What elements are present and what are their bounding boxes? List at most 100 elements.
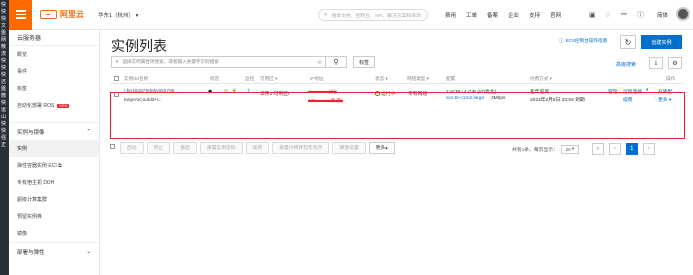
- config-spec: 2 vCPU 4 GiB (I/O优化): [446, 90, 497, 95]
- manage-link[interactable]: 管理: [608, 88, 618, 95]
- create-instance-button[interactable]: 创建实例: [641, 35, 682, 49]
- more-actions-link[interactable]: 更多 ▾: [658, 96, 671, 103]
- chevron-up-icon: ⌃: [86, 128, 91, 135]
- download-icon: ⤓: [654, 59, 658, 66]
- settings-button[interactable]: ⚙: [668, 57, 682, 69]
- search-placeholder: 搜索文档、控制台、API、解决方案和资源: [331, 13, 421, 19]
- ip-public: •••.••.•••.••(公): [308, 90, 337, 95]
- select-all-checkbox[interactable]: [110, 144, 115, 151]
- first-page-button[interactable]: «: [591, 143, 604, 155]
- renew-button[interactable]: 续费: [245, 141, 270, 154]
- sidebar-item-tags[interactable]: 标签: [9, 80, 99, 97]
- prev-page-button[interactable]: ‹: [608, 143, 621, 155]
- start-button[interactable]: 启动: [120, 141, 144, 154]
- nav-icp[interactable]: 备案: [487, 11, 498, 19]
- nav-enterprise[interactable]: 企业: [508, 11, 519, 19]
- language-switch[interactable]: 简体: [657, 11, 668, 19]
- reset-password-button[interactable]: 重置实例密码: [199, 141, 243, 154]
- chart-icon[interactable]: ❦: [232, 89, 236, 94]
- chevron-down-icon: ⌄: [86, 248, 91, 255]
- ops-guide-link[interactable]: ⓘ ECS控制台操作指南: [559, 38, 607, 44]
- sidebar-item-reserved[interactable]: 预留实例券: [9, 208, 99, 225]
- next-page-button[interactable]: ›: [642, 143, 655, 155]
- sidebar-item-scc[interactable]: 超级计算集群: [9, 191, 99, 208]
- nav-website[interactable]: 官网: [550, 11, 561, 19]
- filter-placeholder: 选择实例属性项搜索，或者输入关键字识别搜索: [122, 59, 219, 64]
- search-button[interactable]: ⚲: [326, 56, 347, 68]
- cloud-monitor-icon[interactable]: ☥: [247, 89, 251, 94]
- sidebar-item-overview[interactable]: 概览: [9, 46, 99, 63]
- header-checkbox[interactable]: [114, 76, 119, 82]
- cart-icon[interactable]: ⌤: [620, 11, 628, 19]
- release-settings-button[interactable]: 释放设置: [332, 141, 366, 154]
- stop-button[interactable]: 停止: [146, 141, 171, 154]
- region-selector[interactable]: 华东1（杭州） ▾: [98, 11, 138, 19]
- monitor-icon[interactable]: ◎: [224, 89, 228, 94]
- network-type: 专有网络: [408, 92, 428, 97]
- row-checkbox[interactable]: [114, 92, 119, 99]
- expire-time: 2023年2月5日 23:59 到期: [530, 98, 585, 103]
- refresh-button[interactable]: ↻: [620, 35, 636, 49]
- divider: |: [619, 88, 621, 93]
- page-size-select[interactable]: 20 ▾: [560, 144, 579, 154]
- clear-icon[interactable]: ⊗: [317, 59, 322, 66]
- col-config: 配置: [446, 76, 456, 81]
- running-icon: [375, 91, 380, 97]
- top-icons: ▣ ♢ ⌤ ⓘ: [589, 0, 644, 30]
- sidebar-item-eci[interactable]: 弹性容器实例 ECI ⧉: [9, 157, 99, 174]
- chevron-down-icon[interactable]: ▾: [646, 88, 648, 93]
- global-search[interactable]: ⚲ 搜索文档、控制台、API、解决方案和资源: [318, 9, 428, 21]
- sidebar: 云服务器 概览 事件 标签 自动化部署 ROS NEW 实例与镜像 ⌃ 实例 弹性容…: [9, 30, 100, 275]
- top-bar: 阿里云 华东1（杭州） ▾ ⚲ 搜索文档、控制台、API、解决方案和资源 费用 …: [9, 0, 693, 30]
- search-icon: ⚲: [333, 59, 339, 66]
- sidebar-item-instances[interactable]: 实例: [9, 140, 99, 157]
- sidebar-item-ros-label: 自动化部署 ROS: [17, 103, 55, 109]
- sidebar-item-images[interactable]: 镜像: [9, 225, 99, 242]
- gear-icon: ⚙: [672, 60, 678, 67]
- terminal-icon[interactable]: ▣: [589, 11, 596, 19]
- sidebar-group-deploy[interactable]: 部署与弹性 ⌄: [9, 242, 99, 260]
- col-status[interactable]: 状态 ▾: [375, 76, 388, 82]
- col-network[interactable]: 网络类型 ▾: [407, 76, 429, 82]
- page-title: 实例列表: [111, 38, 167, 54]
- instance-search-input[interactable]: ▾ 选择实例属性项搜索，或者输入关键字识别搜索 ⊗: [111, 56, 326, 68]
- more-button[interactable]: 更多▴: [368, 141, 395, 154]
- config-type[interactable]: ecs.t5-c1m2.large: [446, 96, 484, 101]
- restart-button[interactable]: 重启: [173, 141, 197, 154]
- pagination: 共有1条，每页显示： 20 ▾ « ‹ 1 ›: [512, 143, 655, 155]
- remote-connect-link[interactable]: 远程连接: [623, 88, 642, 95]
- sidebar-item-ros[interactable]: 自动化部署 ROS NEW: [9, 97, 99, 114]
- bell-icon[interactable]: ♢: [605, 11, 611, 19]
- col-billing[interactable]: 付费方式 ▾: [530, 76, 552, 82]
- tag-icon[interactable]: ⬟: [208, 90, 212, 95]
- filter-bar: ▾ 选择实例属性项搜索，或者输入关键字识别搜索 ⊗ ⚲ 标签: [111, 56, 375, 68]
- col-ip: IP地址: [310, 76, 324, 81]
- aliyun-logo-icon: [40, 10, 57, 19]
- upgrade-link[interactable]: 升降配: [658, 88, 672, 95]
- sidebar-group-instances[interactable]: 实例与镜像 ⌃: [9, 122, 99, 140]
- table-row: i-bp183a79rbtbv0k5795 largeAICould2H... …: [110, 86, 683, 130]
- logo[interactable]: 阿里云: [40, 9, 84, 20]
- help-icon[interactable]: ⓘ: [637, 10, 644, 20]
- nav-fees[interactable]: 费用: [445, 11, 456, 19]
- download-button[interactable]: ⤓: [649, 57, 663, 69]
- menu-icon[interactable]: [9, 0, 32, 30]
- col-instance: 实例ID/名称: [124, 76, 149, 81]
- convert-billing-button[interactable]: 按量付费转包年包月: [272, 141, 330, 154]
- advanced-search-link[interactable]: 高级搜索: [616, 61, 636, 68]
- dropdown-caret-icon[interactable]: ▾: [116, 59, 118, 65]
- sidebar-item-events[interactable]: 事件: [9, 63, 99, 80]
- tag-filter-button[interactable]: 标签: [353, 56, 375, 68]
- sidebar-title: 云服务器: [9, 30, 99, 46]
- sidebar-group-label: 实例与镜像: [17, 129, 45, 136]
- sidebar-item-ddh[interactable]: 专有宿主机 DDH: [9, 174, 99, 191]
- nav-support[interactable]: 支持: [529, 11, 540, 19]
- renew-link[interactable]: 续费: [623, 96, 633, 103]
- nav-tickets[interactable]: 工单: [466, 11, 477, 19]
- page-1-button[interactable]: 1: [625, 143, 638, 155]
- instance-id[interactable]: i-bp183a79rbtbv0k5795: [124, 89, 174, 94]
- new-badge: NEW: [57, 103, 70, 108]
- pager-summary: 共有1条，每页显示：: [512, 147, 558, 153]
- col-zone[interactable]: 可用区 ▾: [260, 76, 277, 82]
- avatar[interactable]: [676, 7, 690, 21]
